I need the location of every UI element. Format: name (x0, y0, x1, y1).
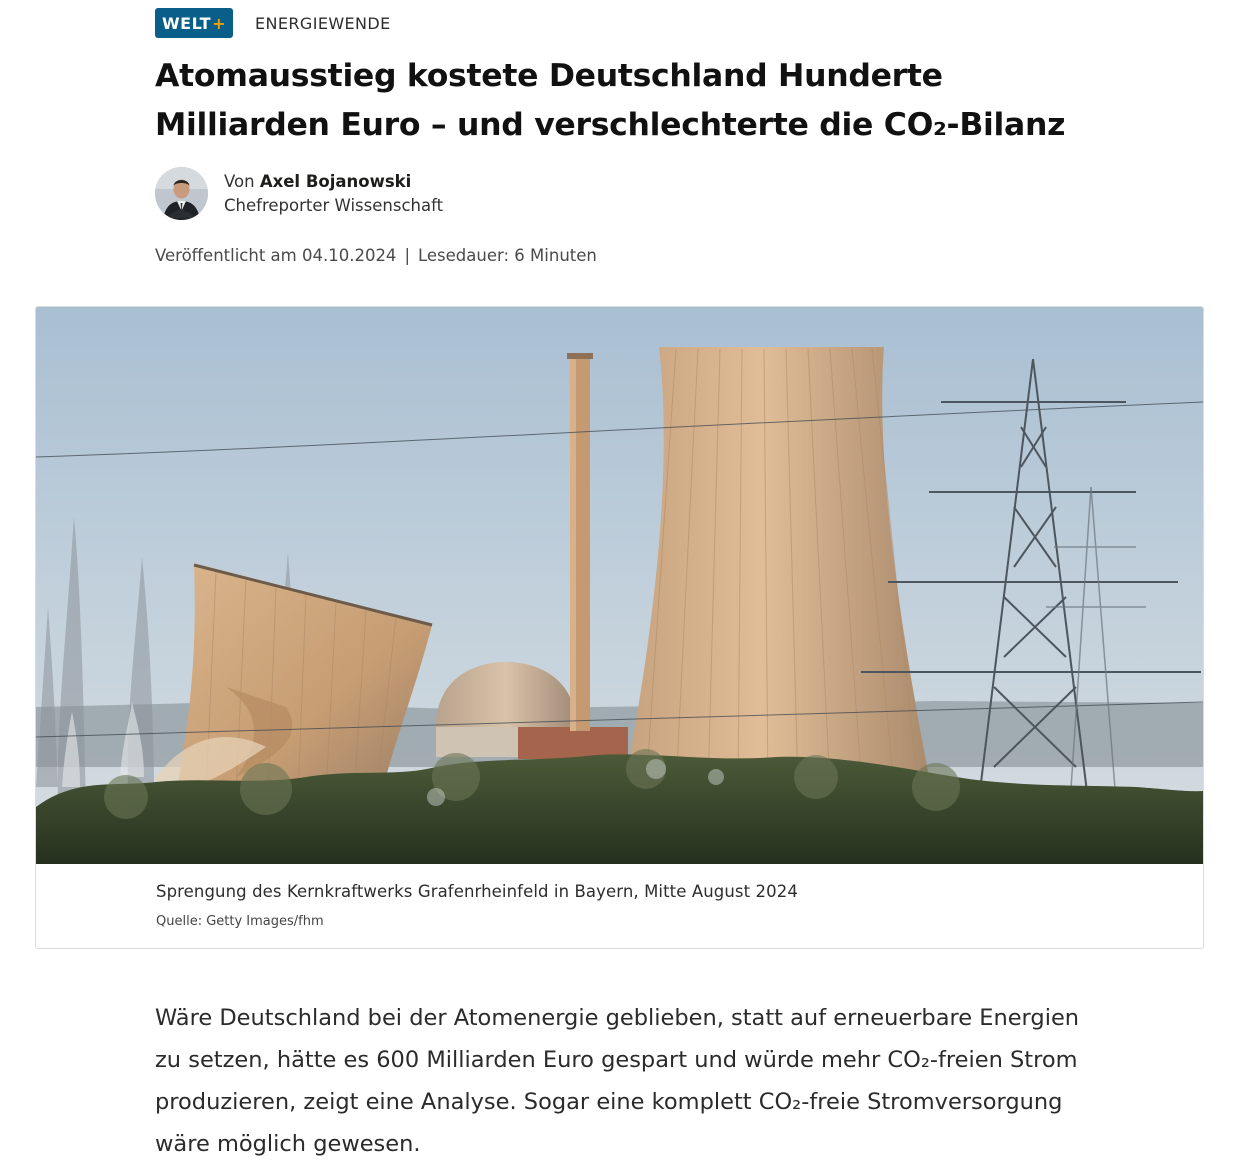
author-info: Von Axel Bojanowski Chefreporter Wissens… (224, 170, 443, 218)
article-header: WELT + ENERGIEWENDE (155, 8, 391, 38)
image-source: Quelle: Getty Images/fhm (156, 914, 324, 929)
author-name-link[interactable]: Axel Bojanowski (260, 172, 411, 191)
meta-separator: | (404, 246, 410, 265)
author-by-prefix: Von (224, 171, 255, 191)
welt-plus-sign: + (212, 13, 226, 33)
article-headline: Atomausstieg kostete Deutschland Hundert… (155, 58, 1066, 143)
author-role: Chefreporter Wissenschaft (224, 195, 444, 215)
welt-logo-text: WELT (162, 13, 212, 33)
article-lead: Wäre Deutschland bei der Atomenergie geb… (155, 1005, 1080, 1157)
author-avatar[interactable] (155, 167, 208, 220)
reading-time: Lesedauer: 6 Minuten (418, 246, 597, 265)
welt-plus-logo[interactable]: WELT + (155, 8, 233, 38)
published-date: Veröffentlicht am 04.10.2024 (155, 246, 397, 265)
article-meta: Veröffentlicht am 04.10.2024 | Lesedauer: … (155, 246, 597, 265)
article-figure: Sprengung des Kernkraftwerks Grafenrhein… (35, 306, 1204, 949)
author-block: Von Axel Bojanowski Chefreporter Wissens… (155, 167, 443, 220)
image-caption: Sprengung des Kernkraftwerks Grafenrhein… (156, 882, 798, 901)
author-photo-icon (155, 167, 208, 220)
category-link[interactable]: ENERGIEWENDE (255, 14, 391, 33)
power-plant-photo[interactable] (36, 307, 1203, 864)
